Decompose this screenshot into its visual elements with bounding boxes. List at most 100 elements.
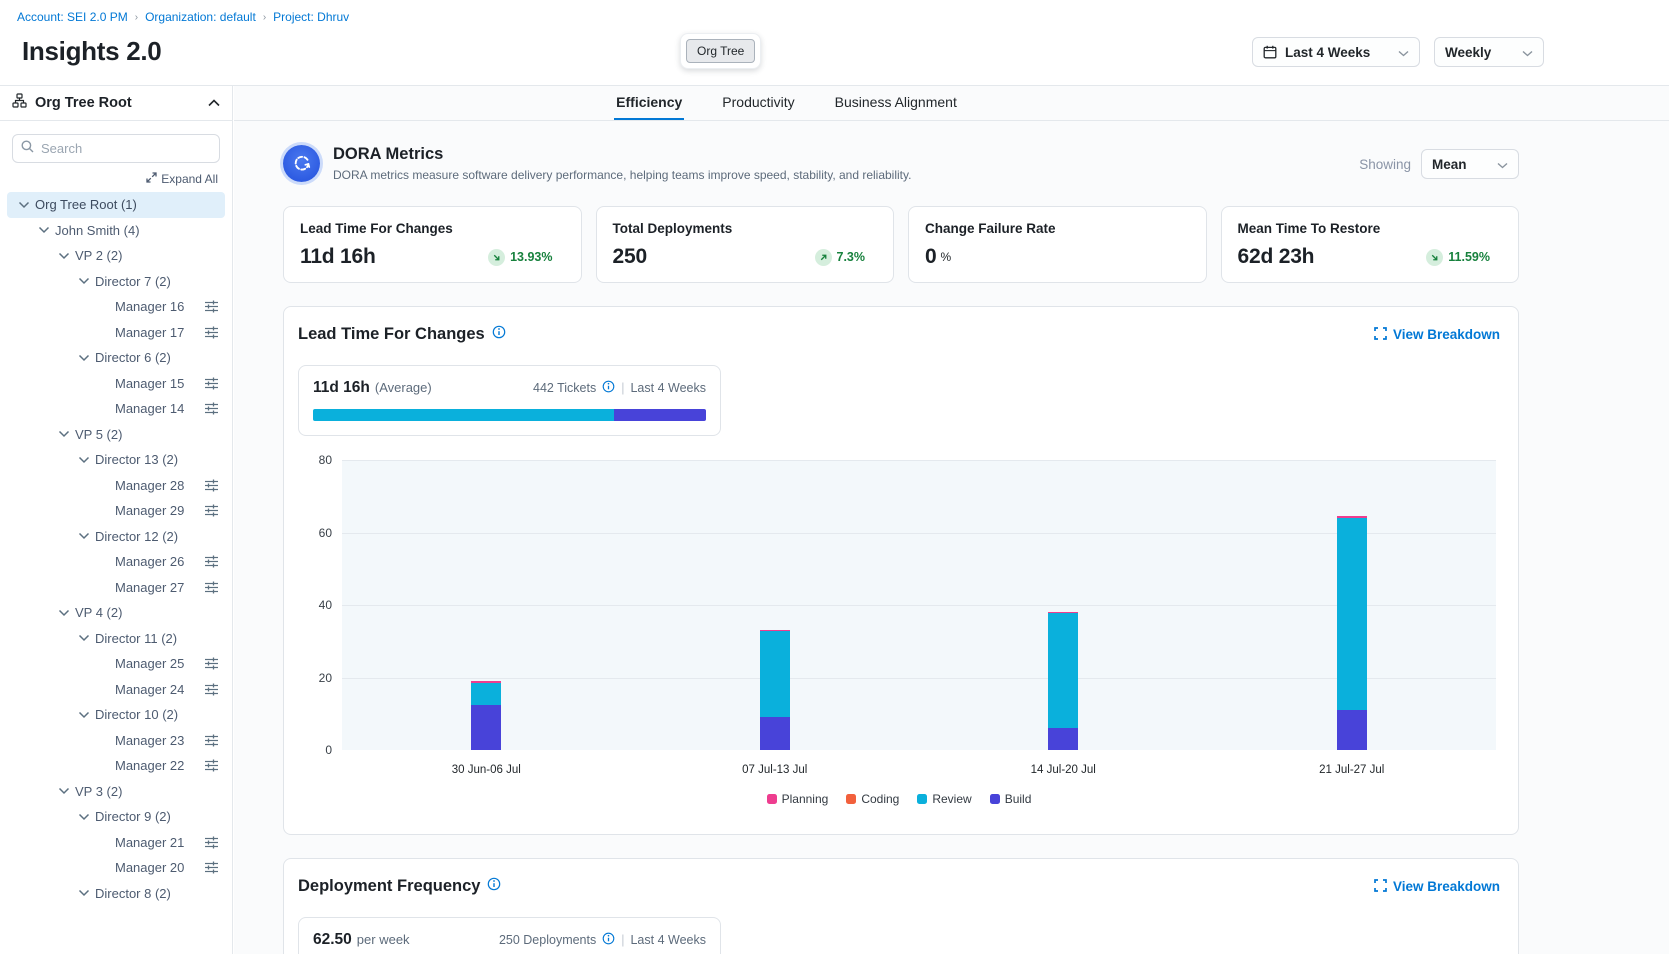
- tree-item-org-tree-root-1[interactable]: Org Tree Root (1): [7, 192, 225, 218]
- expand-all-link[interactable]: Expand All: [146, 172, 218, 186]
- lead-time-view-breakdown-link[interactable]: View Breakdown: [1374, 327, 1500, 343]
- org-tree-button[interactable]: Org Tree: [686, 39, 755, 63]
- info-icon[interactable]: [602, 380, 615, 396]
- lead-time-chart: 806040200 30 Jun-06 Jul07 Jul-13 Jul14 J…: [298, 460, 1500, 806]
- sliders-icon[interactable]: [204, 657, 219, 670]
- tab-business-alignment[interactable]: Business Alignment: [833, 86, 959, 120]
- breadcrumb-item[interactable]: Organization: default: [145, 10, 256, 24]
- info-icon[interactable]: [492, 325, 506, 344]
- tab-efficiency[interactable]: Efficiency: [614, 86, 684, 120]
- tree-item-manager-17[interactable]: Manager 17: [7, 320, 225, 346]
- expand-all-label: Expand All: [161, 172, 218, 186]
- tree-item-director-7-2[interactable]: Director 7 (2): [7, 269, 225, 295]
- tree-item-vp-4-2[interactable]: VP 4 (2): [7, 600, 225, 626]
- tree-item-director-13-2[interactable]: Director 13 (2): [7, 447, 225, 473]
- bar-segment-build: [1048, 728, 1078, 750]
- collapse-sidebar-icon[interactable]: [208, 94, 220, 112]
- tree-item-manager-16[interactable]: Manager 16: [7, 294, 225, 320]
- search-input[interactable]: [41, 141, 211, 156]
- sidebar-header: Org Tree Root: [0, 86, 232, 121]
- chevron-down-icon[interactable]: [73, 711, 95, 719]
- tree-item-director-12-2[interactable]: Director 12 (2): [7, 524, 225, 550]
- tree-item-john-smith-4[interactable]: John Smith (4): [7, 218, 225, 244]
- sliders-icon[interactable]: [204, 683, 219, 696]
- tree-item-manager-22[interactable]: Manager 22: [7, 753, 225, 779]
- sliders-icon[interactable]: [204, 402, 219, 415]
- chevron-down-icon[interactable]: [73, 813, 95, 821]
- chevron-down-icon[interactable]: [53, 787, 75, 795]
- sliders-icon[interactable]: [204, 836, 219, 849]
- sliders-icon[interactable]: [204, 734, 219, 747]
- info-icon[interactable]: [487, 877, 501, 896]
- chevron-down-icon[interactable]: [73, 354, 95, 362]
- tree-item-vp-5-2[interactable]: VP 5 (2): [7, 422, 225, 448]
- showing-select[interactable]: Mean: [1421, 149, 1519, 179]
- stacked-bar-30-jun-06-jul[interactable]: [471, 681, 501, 750]
- date-range-select[interactable]: Last 4 Weeks: [1252, 37, 1420, 67]
- tree-item-manager-23[interactable]: Manager 23: [7, 728, 225, 754]
- tab-productivity[interactable]: Productivity: [720, 86, 796, 120]
- sliders-icon[interactable]: [204, 377, 219, 390]
- tree-item-director-11-2[interactable]: Director 11 (2): [7, 626, 225, 652]
- chevron-down-icon[interactable]: [73, 532, 95, 540]
- tree-item-manager-14[interactable]: Manager 14: [7, 396, 225, 422]
- tree-item-manager-15[interactable]: Manager 15: [7, 371, 225, 397]
- stacked-bar-21-jul-27-jul[interactable]: [1337, 516, 1367, 750]
- deployment-frequency-title: Deployment Frequency: [298, 877, 480, 896]
- tree-item-manager-29[interactable]: Manager 29: [7, 498, 225, 524]
- legend-item-coding[interactable]: Coding: [846, 792, 899, 806]
- tree-item-director-9-2[interactable]: Director 9 (2): [7, 804, 225, 830]
- chevron-down-icon[interactable]: [53, 609, 75, 617]
- stacked-bar-07-jul-13-jul[interactable]: [760, 630, 790, 750]
- sliders-icon[interactable]: [204, 555, 219, 568]
- metric-card-total-deployments: Total Deployments2507.3%: [596, 206, 895, 283]
- breadcrumb-item[interactable]: Project: Dhruv: [273, 10, 349, 24]
- tree-item-director-8-2[interactable]: Director 8 (2): [7, 881, 225, 907]
- tree-item-label: Manager 29: [115, 503, 184, 518]
- legend-item-planning[interactable]: Planning: [767, 792, 829, 806]
- tree-item-director-10-2[interactable]: Director 10 (2): [7, 702, 225, 728]
- legend-item-build[interactable]: Build: [990, 792, 1032, 806]
- metric-value: 0: [925, 245, 936, 269]
- sliders-icon[interactable]: [204, 861, 219, 874]
- tree-item-manager-27[interactable]: Manager 27: [7, 575, 225, 601]
- chevron-down-icon[interactable]: [53, 430, 75, 438]
- deployment-view-breakdown-link[interactable]: View Breakdown: [1374, 879, 1500, 895]
- tree-item-manager-25[interactable]: Manager 25: [7, 651, 225, 677]
- granularity-select[interactable]: Weekly: [1434, 37, 1544, 67]
- deployment-frequency-section: Deployment Frequency View Breakdown 62.5…: [283, 858, 1519, 954]
- tree-item-manager-24[interactable]: Manager 24: [7, 677, 225, 703]
- sliders-icon[interactable]: [204, 581, 219, 594]
- trend-down-arrow-icon: [1426, 249, 1443, 266]
- sliders-icon[interactable]: [204, 326, 219, 339]
- tree-item-label: Director 8 (2): [95, 886, 171, 901]
- chevron-down-icon[interactable]: [73, 889, 95, 897]
- tree-item-label: Manager 26: [115, 554, 184, 569]
- breadcrumb-item[interactable]: Account: SEI 2.0 PM: [17, 10, 128, 24]
- tree-item-director-6-2[interactable]: Director 6 (2): [7, 345, 225, 371]
- sliders-icon[interactable]: [204, 479, 219, 492]
- y-tick-label: 60: [319, 526, 332, 540]
- info-icon[interactable]: [602, 932, 615, 948]
- sliders-icon[interactable]: [204, 300, 219, 313]
- metric-title: Lead Time For Changes: [300, 221, 565, 236]
- sliders-icon[interactable]: [204, 504, 219, 517]
- chevron-down-icon[interactable]: [53, 252, 75, 260]
- tree-item-vp-3-2[interactable]: VP 3 (2): [7, 779, 225, 805]
- chevron-down-icon[interactable]: [73, 456, 95, 464]
- tree-item-manager-28[interactable]: Manager 28: [7, 473, 225, 499]
- sliders-icon[interactable]: [204, 759, 219, 772]
- trend-badge: 11.59%: [1426, 249, 1490, 266]
- chevron-down-icon[interactable]: [13, 201, 35, 209]
- tree-item-manager-26[interactable]: Manager 26: [7, 549, 225, 575]
- legend-label: Planning: [782, 792, 829, 806]
- chevron-down-icon[interactable]: [73, 634, 95, 642]
- chevron-down-icon[interactable]: [33, 226, 55, 234]
- tree-item-vp-2-2[interactable]: VP 2 (2): [7, 243, 225, 269]
- tree-item-manager-21[interactable]: Manager 21: [7, 830, 225, 856]
- tree-item-manager-20[interactable]: Manager 20: [7, 855, 225, 881]
- metric-card-lead-time-for-changes: Lead Time For Changes11d 16h13.93%: [283, 206, 582, 283]
- legend-item-review[interactable]: Review: [917, 792, 971, 806]
- stacked-bar-14-jul-20-jul[interactable]: [1048, 612, 1078, 750]
- chevron-down-icon[interactable]: [73, 277, 95, 285]
